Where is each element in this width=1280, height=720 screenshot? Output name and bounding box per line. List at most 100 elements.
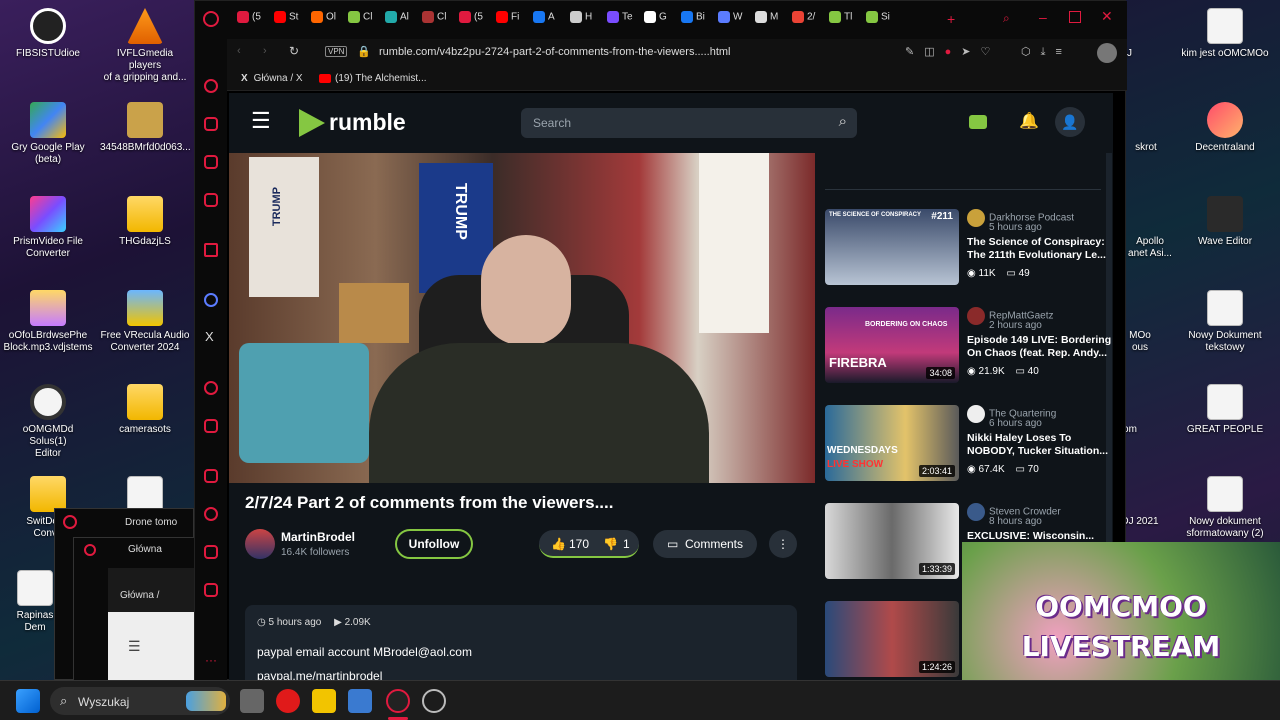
comments-button[interactable]: ▭ Comments <box>653 530 757 558</box>
browser-tab[interactable]: Cl <box>348 11 382 33</box>
browser-tab[interactable]: (5 <box>459 11 493 33</box>
browser-tab[interactable]: Si <box>866 11 900 33</box>
thumbs-up-icon[interactable]: 👍 <box>551 530 566 558</box>
clock-icon[interactable] <box>204 507 218 521</box>
forward-icon[interactable]: › <box>263 45 267 57</box>
video-title[interactable]: Episode 149 LIVE: Bordering On Chaos (fe… <box>967 334 1113 360</box>
taskbar-search[interactable]: ⌕ Wyszukaj <box>50 687 230 715</box>
more-icon[interactable]: ··· <box>205 653 217 667</box>
rumble-logo-text[interactable]: rumble <box>329 109 406 136</box>
browser-tab[interactable]: 2/ <box>792 11 826 33</box>
channel-avatar[interactable] <box>967 307 985 325</box>
vpn-badge[interactable]: VPN <box>325 46 348 57</box>
browser-tab[interactable]: H <box>570 11 604 33</box>
browser-tab[interactable]: G <box>644 11 678 33</box>
browser-tab[interactable]: Cl <box>422 11 456 33</box>
opera-gx-taskbar-icon[interactable] <box>386 689 410 713</box>
browser-tab[interactable]: Tl <box>829 11 863 33</box>
bag-icon[interactable] <box>204 117 218 131</box>
channel-avatar[interactable] <box>967 405 985 423</box>
browser-tab[interactable]: Ol <box>311 11 345 33</box>
task-view-icon[interactable] <box>240 689 264 713</box>
record-icon[interactable]: ● <box>945 46 962 58</box>
opera-taskbar-icon[interactable] <box>276 689 300 713</box>
messenger-icon[interactable] <box>204 293 218 307</box>
channel-name[interactable]: MartinBrodel <box>281 530 355 544</box>
recommended-video[interactable]: BORDERING ON CHAOS FIREBRA 34:08 RepMatt… <box>825 307 1113 391</box>
background-browser-window[interactable]: Drone tomo Główna Główna / ☰ <box>54 508 196 682</box>
microsoft-store-icon[interactable] <box>348 689 372 713</box>
media-player-icon <box>30 384 66 420</box>
hamburger-menu-icon[interactable]: ☰ <box>128 638 141 655</box>
channel-avatar[interactable] <box>245 529 275 559</box>
lock-icon[interactable]: 🔒 <box>357 45 371 58</box>
back-icon[interactable]: ‹ <box>237 45 241 57</box>
upload-camera-icon[interactable] <box>969 115 987 129</box>
reload-icon[interactable]: ↻ <box>289 44 299 58</box>
x-twitter-icon[interactable]: X <box>205 329 214 344</box>
send-icon[interactable] <box>204 419 218 433</box>
browser-tab[interactable]: Bi <box>681 11 715 33</box>
hamburger-menu-icon[interactable]: ☰ <box>251 110 271 132</box>
channel-avatar[interactable] <box>967 503 985 521</box>
maximize-icon[interactable] <box>1069 11 1081 23</box>
new-tab-icon[interactable]: + <box>947 11 955 27</box>
player-icon[interactable] <box>204 381 218 395</box>
cube-icon[interactable] <box>204 545 218 559</box>
more-options-icon[interactable]: ⋮ <box>769 530 797 558</box>
minimize-icon[interactable]: – <box>1039 9 1047 25</box>
url-field[interactable]: rumble.com/v4bz2pu-2724-part-2-of-commen… <box>379 46 731 58</box>
browser-tab[interactable]: A <box>533 11 567 33</box>
recommended-video[interactable]: THE SCIENCE OF CONSPIRACY #211 Darkhorse… <box>825 209 1113 293</box>
file-explorer-icon[interactable] <box>312 689 336 713</box>
like-count[interactable]: 170 <box>569 530 589 558</box>
video-thumbnail[interactable]: 1:33:39 <box>825 503 959 579</box>
video-thumbnail[interactable]: 1:24:26 <box>825 601 959 677</box>
notifications-bell-icon[interactable]: 🔔 <box>1019 111 1039 131</box>
window-tab[interactable]: Drone tomo <box>125 517 177 528</box>
search-icon[interactable]: ⌕ <box>839 113 847 130</box>
browser-tab[interactable]: (5 <box>237 11 271 33</box>
bookmark-x[interactable]: X Główna / X <box>241 73 303 84</box>
video-player[interactable]: TRUMP TRUMP <box>229 153 815 483</box>
settings-icon[interactable] <box>204 583 218 597</box>
address-actions[interactable]: ✎◫●➤♡ <box>905 45 1000 58</box>
bookmark-item[interactable]: Główna / <box>120 590 159 601</box>
browser-tab[interactable]: M <box>755 11 789 33</box>
windows-start-icon[interactable] <box>16 689 40 713</box>
user-account-icon[interactable]: 👤 <box>1055 107 1085 137</box>
video-thumbnail[interactable]: WEDNESDAYS LIVE SHOW 2:03:41 <box>825 405 959 481</box>
close-window-icon[interactable]: ✕ <box>1101 8 1113 25</box>
browser-tab[interactable]: Al <box>385 11 419 33</box>
thumbs-down-icon[interactable]: 👎 <box>603 530 618 558</box>
views: 67.4K <box>978 464 1005 475</box>
recommended-video[interactable]: WEDNESDAYS LIVE SHOW 2:03:41 The Quarter… <box>825 405 1113 489</box>
channel-avatar[interactable] <box>967 209 985 227</box>
video-title[interactable]: The Science of Conspiracy: The 211th Evo… <box>967 236 1113 262</box>
unfollow-button[interactable]: Unfollow <box>395 529 473 559</box>
opera-menu-icon[interactable] <box>203 11 219 27</box>
browser-tab[interactable]: Te <box>607 11 641 33</box>
rumble-logo-icon[interactable] <box>299 109 325 137</box>
video-thumbnail[interactable]: BORDERING ON CHAOS FIREBRA 34:08 <box>825 307 959 383</box>
history-icon[interactable] <box>204 79 218 93</box>
toolbar-actions[interactable]: ⬡⤓≡ <box>1021 45 1072 59</box>
video-title[interactable]: Nikki Haley Loses To NOBODY, Tucker Situ… <box>967 432 1113 458</box>
nested-window[interactable]: Główna Główna / ☰ <box>73 537 196 682</box>
twitch-icon[interactable] <box>204 155 218 169</box>
window-tab[interactable]: Główna <box>128 544 162 555</box>
dislike-count[interactable]: 1 <box>623 530 630 558</box>
edit-icon[interactable] <box>204 469 218 483</box>
search-bar[interactable]: Search ⌕ <box>521 108 857 138</box>
browser-tab[interactable]: W <box>718 11 752 33</box>
search-tabs-icon[interactable]: ⌕ <box>1003 11 1010 26</box>
search-input[interactable]: Search <box>533 116 571 130</box>
video-thumbnail[interactable]: THE SCIENCE OF CONSPIRACY #211 <box>825 209 959 285</box>
settings-gear-icon[interactable] <box>422 689 446 713</box>
profile-avatar[interactable] <box>1097 43 1117 63</box>
bookmark-youtube[interactable]: (19) The Alchemist... <box>319 73 427 84</box>
browser-tab[interactable]: St <box>274 11 308 33</box>
arrow-icon[interactable] <box>204 243 218 257</box>
instagram-icon[interactable] <box>204 193 218 207</box>
browser-tab[interactable]: Fi <box>496 11 530 33</box>
